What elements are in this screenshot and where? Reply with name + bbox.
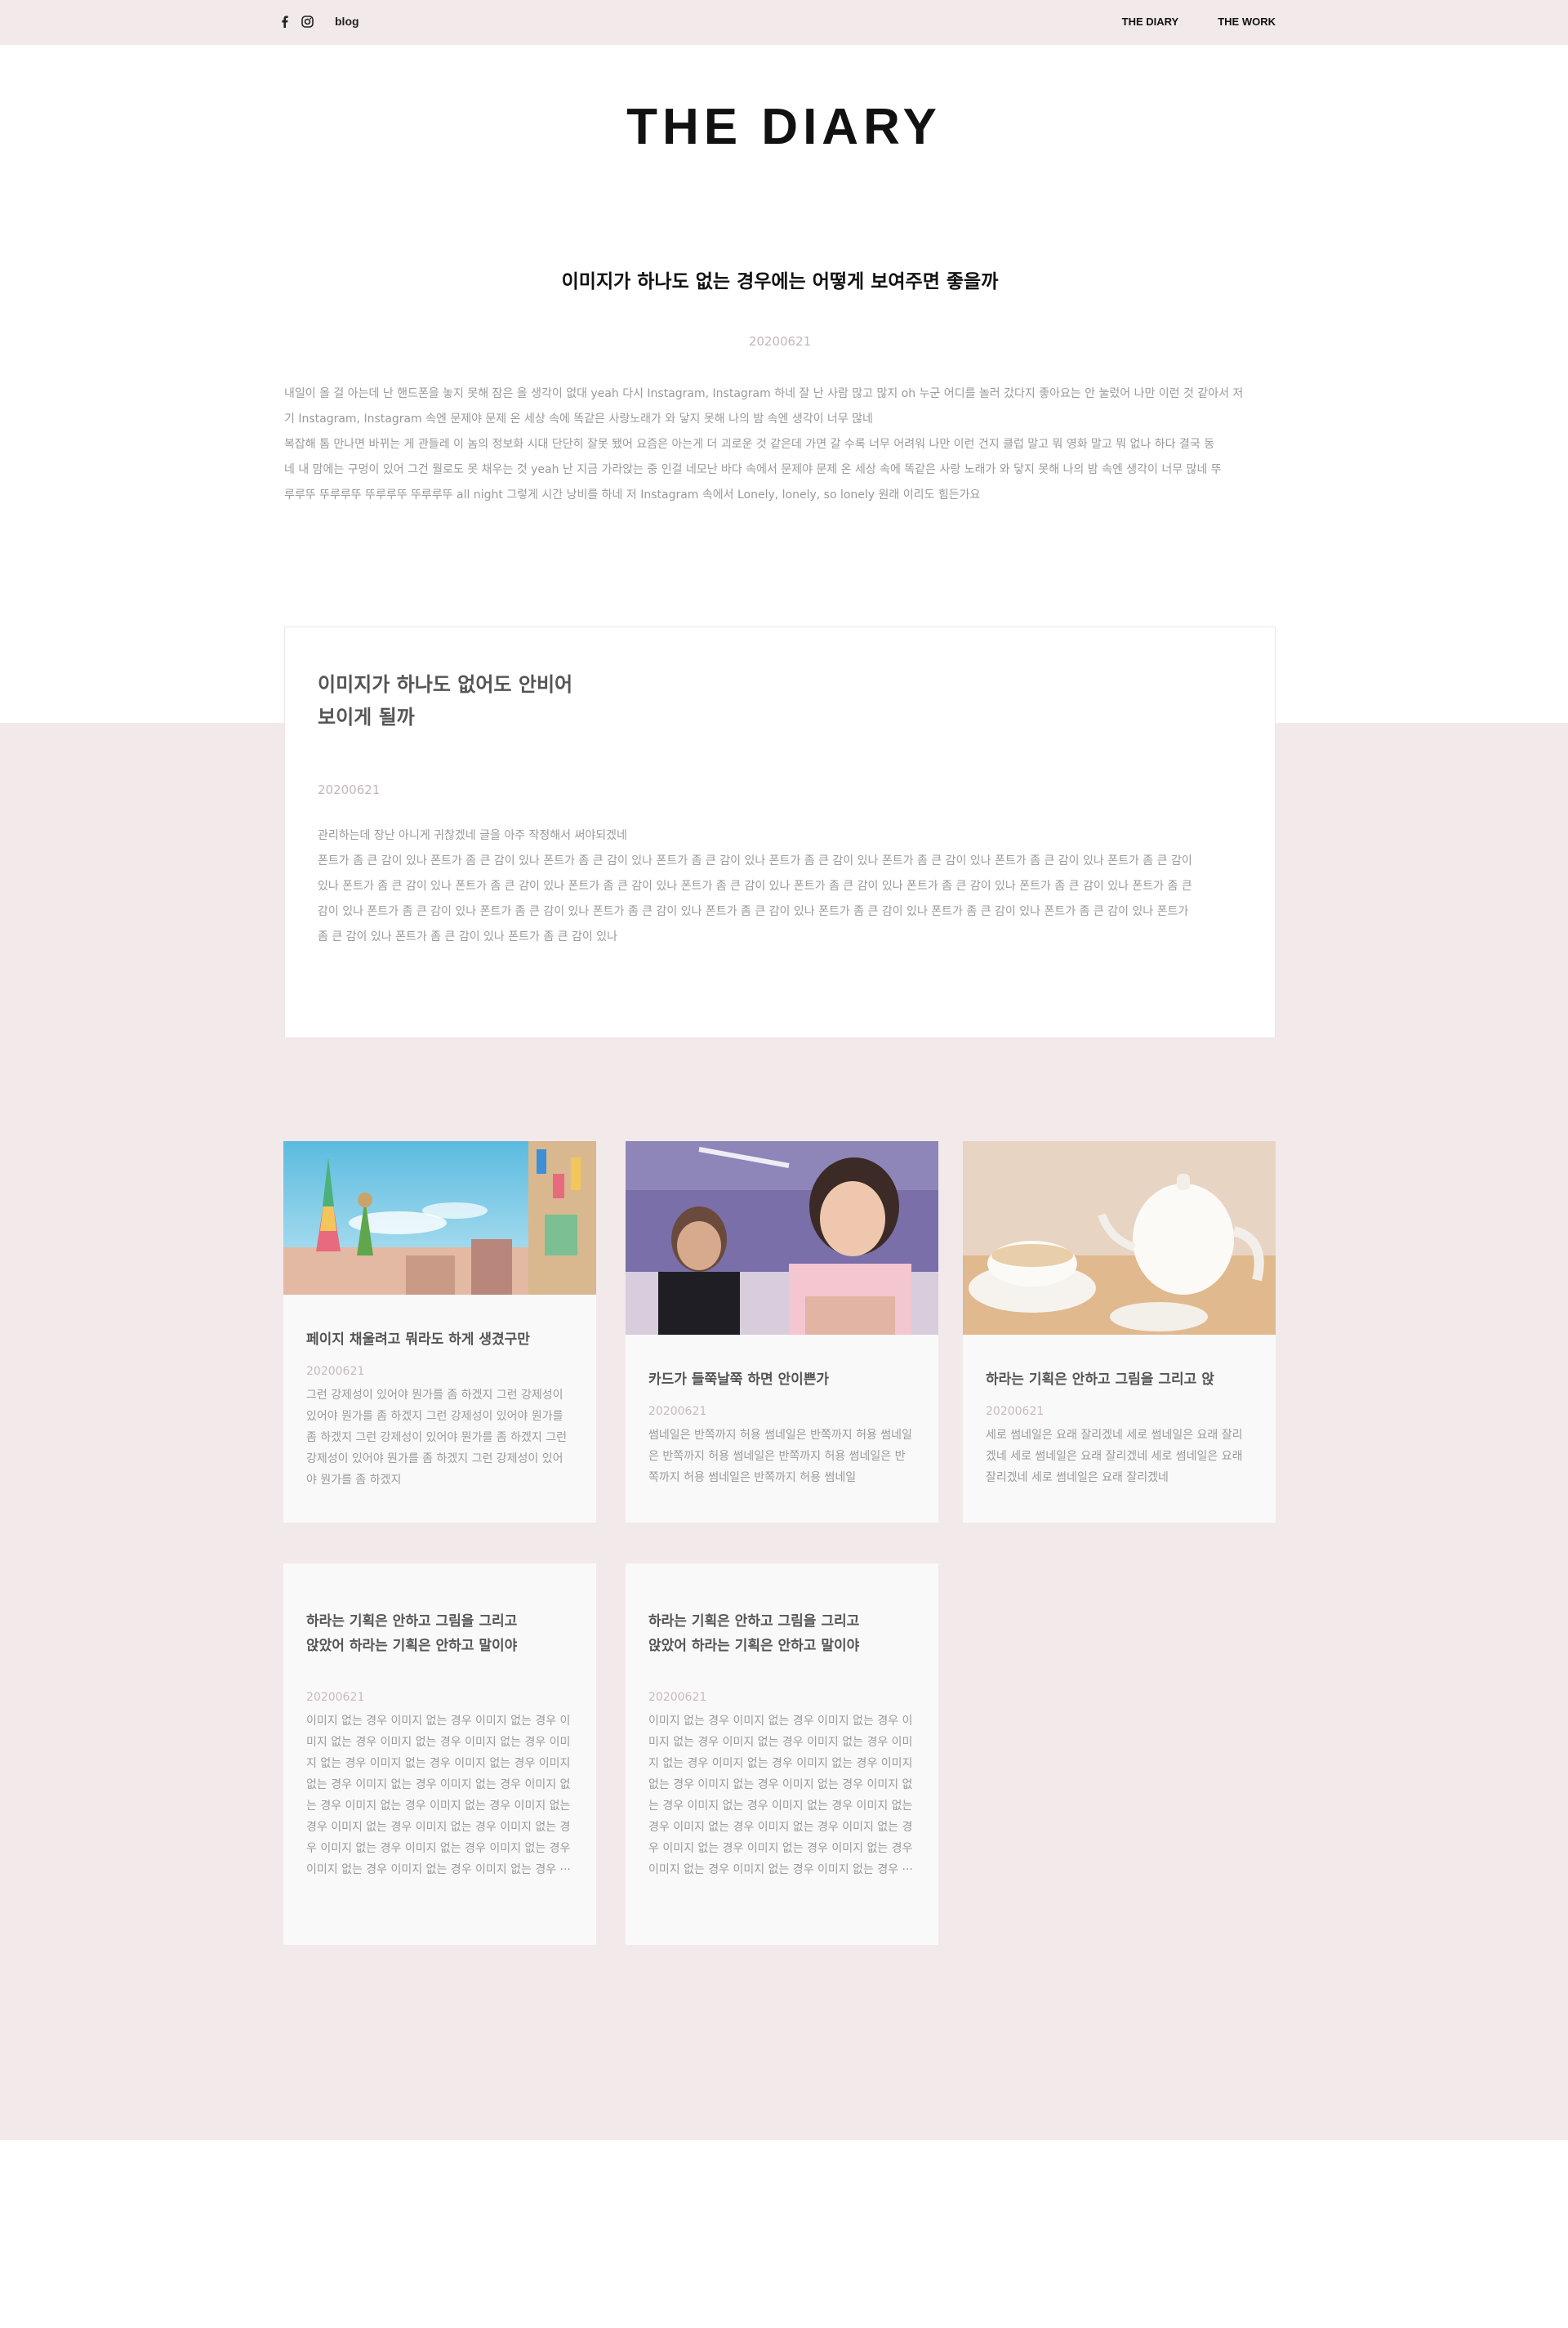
post-title[interactable]: 이미지가 하나도 없는 경우에는 어떻게 보여주면 좋을까 — [284, 265, 1276, 293]
post-boxed-card[interactable]: 이미지가 하나도 없어도 안비어 보이게 될까 20200621 관리하는데 장… — [284, 627, 1276, 1038]
post-date: 20200621 — [748, 334, 812, 349]
post-card[interactable]: 페이지 채울려고 뭐라도 하게 생겼구만 20200621 그런 강제성이 있어… — [283, 1141, 596, 1523]
card-title[interactable]: 하라는 기획은 안하고 그림을 그리고 앉았어 하라는 기획은 안하고 말이야 — [306, 1609, 519, 1658]
post-body-line: 좀 큰 감이 있나 폰트가 좀 큰 감이 있나 폰트가 좀 큰 감이 있나 — [318, 930, 617, 943]
post-body-line: 네 내 맘에는 구멍이 있어 그건 뭘로도 못 채우는 것 yeah 난 지금 … — [284, 463, 1222, 476]
card-thumbnail[interactable] — [963, 1141, 1276, 1335]
post-body: 관리하는데 장난 아니게 귀찮겠네 글을 아주 작정해서 써야되겠네 폰트가 좀… — [318, 823, 1242, 950]
post-body-line: 내일이 올 걸 아는데 난 핸드폰을 놓지 못해 잠은 올 생각이 없대 yea… — [284, 387, 1244, 400]
post-body-line: 루루뚜 뚜루루뚜 뚜루루뚜 뚜루루뚜 all night 그렇게 시간 낭비를 … — [284, 488, 981, 502]
card-title[interactable]: 하라는 기획은 안하고 그림을 그리고 앉 — [986, 1367, 1253, 1392]
page-title: THE DIARY — [626, 99, 942, 155]
card-excerpt: 세로 썸네일은 요래 잘리겠네 세로 썸네일은 요래 잘리겠네 세로 썸네일은 … — [986, 1429, 1243, 1484]
post-body: 내일이 올 걸 아는데 난 핸드폰을 놓지 못해 잠은 올 생각이 없대 yea… — [284, 381, 1276, 508]
post-body-line: 관리하는데 장난 아니게 귀찮겠네 글을 아주 작정해서 써야되겠네 — [318, 829, 627, 842]
post-card[interactable]: 하라는 기획은 안하고 그림을 그리고 앉았어 하라는 기획은 안하고 말이야 … — [283, 1563, 596, 1945]
card-date: 20200621 — [986, 1405, 1045, 1418]
card-date: 20200621 — [306, 1365, 365, 1378]
post-card[interactable]: 하라는 기획은 안하고 그림을 그리고 앉았어 하라는 기획은 안하고 말이야 … — [626, 1563, 938, 1945]
card-title[interactable]: 카드가 들쭉날쭉 하면 안이쁜가 — [648, 1367, 915, 1392]
post-card[interactable]: 카드가 들쭉날쭉 하면 안이쁜가 20200621 썸네일은 반쪽까지 허용 썸… — [626, 1141, 938, 1523]
social-links: blog — [278, 15, 359, 28]
post-date: 20200621 — [318, 783, 381, 797]
nav-the-work[interactable]: THE WORK — [1218, 16, 1276, 28]
nav-the-diary[interactable]: THE DIARY — [1122, 16, 1179, 28]
card-excerpt: 이미지 없는 경우 이미지 없는 경우 이미지 없는 경우 이미지 없는 경우 … — [306, 1715, 571, 1876]
card-thumbnail[interactable] — [283, 1141, 596, 1295]
facebook-icon[interactable] — [278, 15, 291, 28]
blog-link[interactable]: blog — [335, 15, 359, 28]
post-body-line: 감이 있나 폰트가 좀 큰 감이 있나 폰트가 좀 큰 감이 있나 폰트가 좀 … — [318, 905, 1189, 918]
post-title[interactable]: 이미지가 하나도 없어도 안비어 보이게 될까 — [318, 668, 595, 734]
card-date: 20200621 — [648, 1691, 707, 1704]
post-body-line: 기 Instagram, Instagram 속엔 문제야 문제 온 세상 속에… — [284, 413, 873, 426]
card-date: 20200621 — [306, 1691, 365, 1704]
post-body-line: 폰트가 좀 큰 감이 있나 폰트가 좀 큰 감이 있나 폰트가 좀 큰 감이 있… — [318, 854, 1192, 867]
card-title[interactable]: 하라는 기획은 안하고 그림을 그리고 앉았어 하라는 기획은 안하고 말이야 — [648, 1609, 861, 1658]
post-body-line: 있나 폰트가 좀 큰 감이 있나 폰트가 좀 큰 감이 있나 폰트가 좀 큰 감… — [318, 880, 1192, 893]
card-title[interactable]: 페이지 채울려고 뭐라도 하게 생겼구만 — [306, 1327, 573, 1352]
card-date: 20200621 — [648, 1405, 707, 1418]
post-body-line: 복잡해 톰 만나면 바뀌는 게 관들레 이 놈의 정보화 시대 단단히 잘못 됐… — [284, 438, 1215, 451]
card-thumbnail[interactable] — [626, 1141, 938, 1335]
top-bar: blog THE DIARY THE WORK — [0, 0, 1568, 45]
main-nav: THE DIARY THE WORK — [1122, 16, 1276, 28]
card-excerpt: 그런 강제성이 있어야 뭔가를 좀 하겠지 그런 강제성이 있어야 뭔가를 좀 … — [306, 1389, 567, 1487]
post-main[interactable]: 이미지가 하나도 없는 경우에는 어떻게 보여주면 좋을까 20200621 내… — [284, 265, 1276, 508]
card-excerpt: 이미지 없는 경우 이미지 없는 경우 이미지 없는 경우 이미지 없는 경우 … — [648, 1715, 913, 1876]
instagram-icon[interactable] — [301, 15, 314, 28]
post-card[interactable]: 하라는 기획은 안하고 그림을 그리고 앉 20200621 세로 썸네일은 요… — [963, 1141, 1276, 1523]
card-excerpt: 썸네일은 반쪽까지 허용 썸네일은 반쪽까지 허용 썸네일은 반쪽까지 허용 썸… — [648, 1429, 912, 1484]
